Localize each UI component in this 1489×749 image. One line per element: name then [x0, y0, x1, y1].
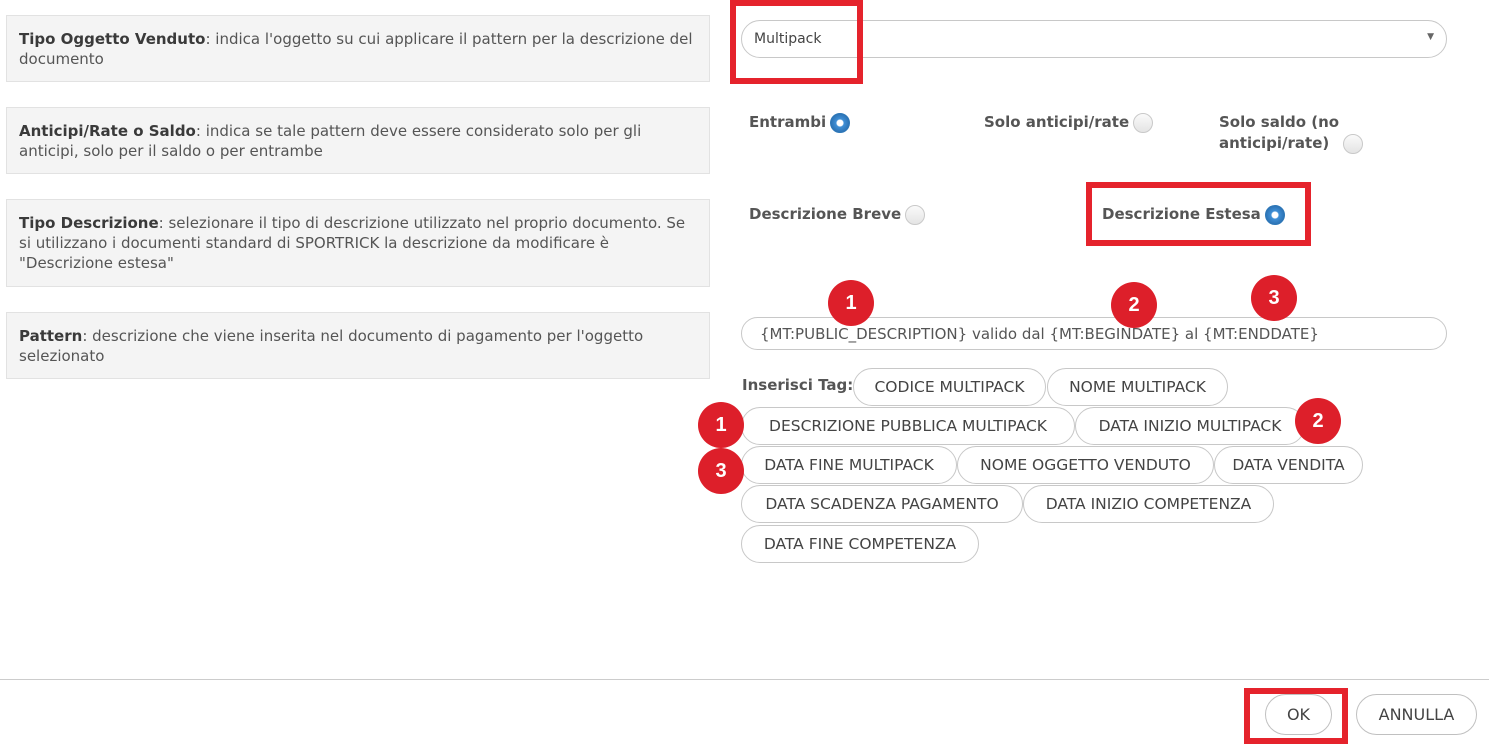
- desc-title: Tipo Oggetto Venduto: [19, 29, 206, 48]
- desc-tipo-oggetto: Tipo Oggetto Venduto: indica l'oggetto s…: [6, 15, 710, 82]
- radio-label-line1: Solo saldo (no: [1219, 113, 1340, 131]
- footer-divider: [0, 679, 1489, 680]
- radio-unselected-icon[interactable]: [1133, 112, 1154, 133]
- radio-label-line2: anticipi/rate): [1219, 134, 1330, 152]
- radio-solo-saldo[interactable]: Solo saldo (no anticipi/rate): [1219, 112, 1364, 154]
- object-type-value: Multipack: [754, 31, 822, 47]
- tag-data-inizio-multipack[interactable]: DATA INIZIO MULTIPACK: [1075, 407, 1305, 445]
- annotation-badge: 3: [698, 448, 744, 494]
- caret-down-icon: ▼: [1427, 32, 1434, 42]
- tag-data-fine-multipack[interactable]: DATA FINE MULTIPACK: [741, 446, 957, 484]
- radio-label: Descrizione Estesa: [1102, 205, 1261, 223]
- annotation-badge: 2: [1295, 398, 1341, 444]
- tag-nome-oggetto-venduto[interactable]: NOME OGGETTO VENDUTO: [957, 446, 1214, 484]
- radio-label: Solo anticipi/rate: [984, 113, 1130, 131]
- desc-title: Pattern: [19, 326, 83, 345]
- radio-solo-anticipi[interactable]: Solo anticipi/rate: [984, 112, 1154, 133]
- radio-unselected-icon[interactable]: [905, 204, 926, 225]
- radio-label: Entrambi: [749, 113, 827, 131]
- desc-tipo-descrizione: Tipo Descrizione: selezionare il tipo di…: [6, 199, 710, 287]
- radio-unselected-icon[interactable]: [1343, 134, 1364, 154]
- annotation-badge: 1: [828, 280, 874, 326]
- desc-pattern: Pattern: descrizione che viene inserita …: [6, 312, 710, 379]
- object-type-select[interactable]: Multipack ▼: [741, 20, 1447, 58]
- annotation-badge: 1: [698, 402, 744, 448]
- radio-descrizione-estesa[interactable]: Descrizione Estesa: [1102, 204, 1285, 225]
- annotation-badge: 2: [1111, 282, 1157, 328]
- tag-data-fine-competenza[interactable]: DATA FINE COMPETENZA: [741, 525, 979, 563]
- tag-descrizione-pubblica[interactable]: DESCRIZIONE PUBBLICA MULTIPACK: [741, 407, 1075, 445]
- annotation-badge: 3: [1251, 275, 1297, 321]
- radio-entrambi[interactable]: Entrambi: [749, 112, 851, 133]
- desc-title: Anticipi/Rate o Saldo: [19, 121, 196, 140]
- radio-label: Descrizione Breve: [749, 205, 902, 223]
- radio-label-wrap: Solo saldo (no anticipi/rate): [1219, 112, 1339, 154]
- tag-data-inizio-competenza[interactable]: DATA INIZIO COMPETENZA: [1023, 485, 1274, 523]
- pattern-value: {MT:PUBLIC_DESCRIPTION} valido dal {MT:B…: [760, 324, 1319, 343]
- tag-data-vendita[interactable]: DATA VENDITA: [1214, 446, 1363, 484]
- desc-title: Tipo Descrizione: [19, 214, 159, 232]
- ok-button[interactable]: OK: [1265, 694, 1332, 735]
- radio-selected-icon[interactable]: [1264, 204, 1285, 225]
- radio-descrizione-breve[interactable]: Descrizione Breve: [749, 204, 926, 225]
- insert-tag-label: Inserisci Tag:: [742, 376, 854, 394]
- desc-anticipi-saldo: Anticipi/Rate o Saldo: indica se tale pa…: [6, 107, 710, 174]
- cancel-button[interactable]: ANNULLA: [1356, 694, 1477, 735]
- tag-nome-multipack[interactable]: NOME MULTIPACK: [1047, 368, 1228, 406]
- tag-codice-multipack[interactable]: CODICE MULTIPACK: [853, 368, 1046, 406]
- radio-selected-icon[interactable]: [830, 112, 851, 133]
- tag-data-scadenza-pagamento[interactable]: DATA SCADENZA PAGAMENTO: [741, 485, 1023, 523]
- desc-text: : descrizione che viene inserita nel doc…: [19, 326, 644, 365]
